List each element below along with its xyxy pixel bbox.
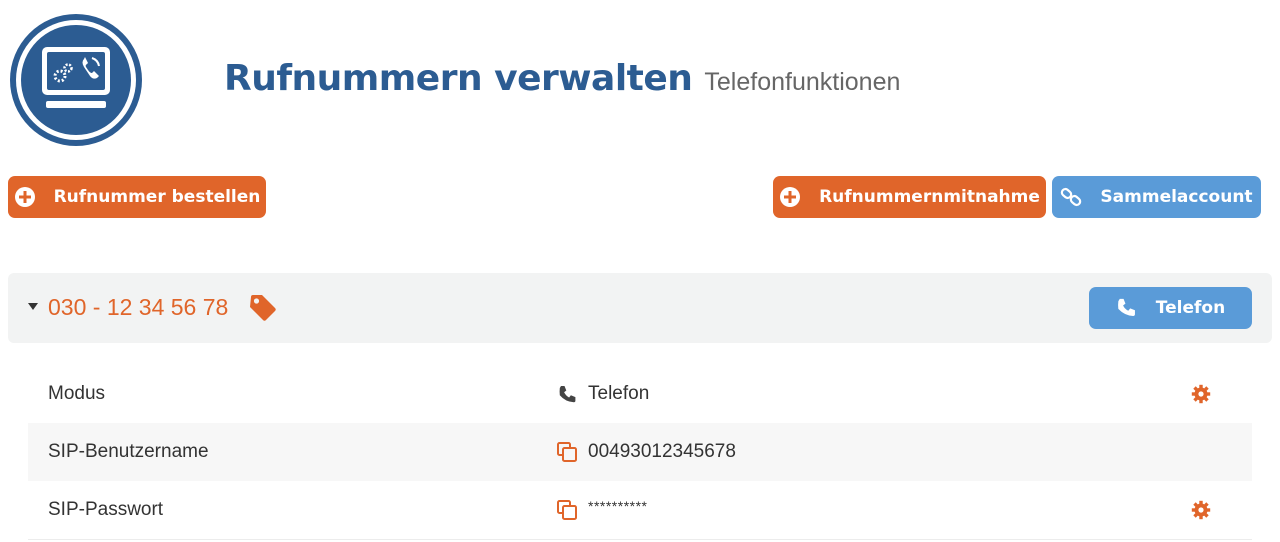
number-porting-label: Rufnummernmitnahme <box>819 187 1040 207</box>
detail-row-sip-password: SIP-Passwort ********** <box>28 481 1252 539</box>
collective-account-button[interactable]: Sammelaccount <box>1052 176 1261 218</box>
page-header: Rufnummern verwalten Telefonfunktionen <box>224 58 900 99</box>
detail-row-mode: Modus Telefon <box>28 365 1252 423</box>
gear-icon[interactable] <box>1191 500 1211 520</box>
detail-row-sip-username: SIP-Benutzername 00493012345678 <box>28 423 1252 481</box>
phone-mode-label: Telefon <box>1155 298 1226 318</box>
detail-label: SIP-Passwort <box>48 499 164 520</box>
link-icon <box>1061 187 1082 207</box>
phone-mode-button[interactable]: Telefon <box>1089 287 1252 329</box>
copy-icon[interactable] <box>556 441 578 463</box>
copy-icon[interactable] <box>556 499 578 521</box>
computer-phone-icon <box>10 14 142 146</box>
page-subtitle: Telefonfunktionen <box>704 68 901 96</box>
phone-icon <box>559 386 576 403</box>
detail-value: Telefon <box>556 383 649 405</box>
sip-password-value: ********** <box>588 498 648 514</box>
detail-value: 00493012345678 <box>556 441 736 463</box>
plus-circle-icon <box>14 187 35 207</box>
order-number-button[interactable]: Rufnummer bestellen <box>8 176 266 218</box>
expand-caret-icon[interactable] <box>28 303 38 310</box>
gear-icon[interactable] <box>1191 384 1211 404</box>
page: Rufnummern verwalten Telefonfunktionen R… <box>0 0 1280 542</box>
order-number-label: Rufnummer bestellen <box>53 187 261 207</box>
plus-circle-icon <box>780 187 801 207</box>
page-title: Rufnummern verwalten <box>224 58 693 99</box>
row-divider <box>28 539 1252 540</box>
tag-icon[interactable] <box>248 293 278 323</box>
phone-number-link[interactable]: 030 - 12 34 56 78 <box>48 294 228 321</box>
sip-username-value: 00493012345678 <box>588 441 736 462</box>
detail-label: SIP-Benutzername <box>48 441 209 462</box>
detail-value: ********** <box>556 498 648 521</box>
mode-value: Telefon <box>588 383 650 404</box>
collective-account-label: Sammelaccount <box>1100 187 1253 207</box>
detail-label: Modus <box>48 383 106 404</box>
phone-icon <box>1117 298 1135 316</box>
number-panel: 030 - 12 34 56 78 Telefon <box>8 273 1272 343</box>
number-porting-button[interactable]: Rufnummernmitnahme <box>773 176 1046 218</box>
